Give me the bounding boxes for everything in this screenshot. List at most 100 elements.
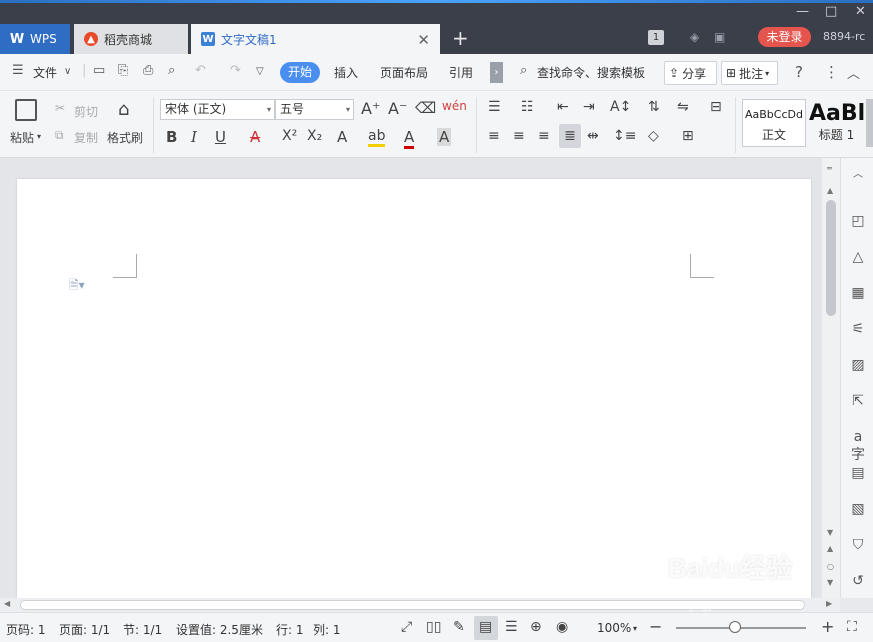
page-number-status[interactable]: 页码: 1 — [6, 621, 46, 638]
styles-scroll[interactable] — [866, 99, 873, 147]
line-spacing-icon[interactable]: ↕≡ — [613, 128, 636, 144]
copy-icon[interactable]: ⧉ — [55, 128, 64, 143]
reading-mode-icon[interactable]: ▯▯ — [426, 619, 441, 635]
borders-icon[interactable]: ⊞ — [682, 128, 694, 144]
shapes-icon[interactable]: ◰ — [849, 212, 867, 230]
paste-button[interactable]: 粘贴 — [10, 129, 34, 146]
fit-page-icon[interactable]: ⛶ — [847, 619, 857, 635]
tab-daoke-store[interactable]: ▲ 稻壳商城 — [74, 24, 188, 54]
zoom-in-icon[interactable]: + — [821, 617, 834, 636]
document-page[interactable]: 🗎▾ — [17, 179, 811, 598]
chinese-layout-icon[interactable]: A↕ — [610, 99, 631, 115]
phonetic-guide-icon[interactable]: wén — [442, 99, 467, 113]
bold-icon[interactable]: B — [166, 128, 177, 146]
shield-icon[interactable]: ⛉ — [849, 536, 867, 554]
table-icon[interactable]: ▦ — [849, 284, 867, 302]
scroll-right-icon[interactable]: ▶ — [826, 599, 832, 608]
font-family-select[interactable]: 宋体 (正文) ▾ — [160, 99, 275, 120]
window-count-badge[interactable]: 1 — [648, 30, 664, 45]
search-icon[interactable]: ⌕ — [520, 63, 527, 78]
underline-icon[interactable]: U — [215, 128, 226, 146]
page-view-icon[interactable]: ▤ — [479, 619, 492, 635]
more-options-icon[interactable]: ⋮ — [824, 63, 839, 81]
file-menu[interactable]: 文件 — [33, 64, 57, 81]
cut-button[interactable]: 剪切 — [74, 103, 98, 120]
close-tab-icon[interactable]: ✕ — [417, 31, 430, 49]
zoom-slider[interactable] — [676, 627, 806, 629]
copy-button[interactable]: 复制 — [74, 129, 98, 146]
paste-icon[interactable] — [15, 99, 37, 121]
superscript-icon[interactable]: X² — [282, 128, 297, 144]
increase-indent-icon[interactable]: ⇥ — [583, 99, 595, 115]
character-shading-icon[interactable]: A — [437, 128, 452, 146]
horizontal-scroll-thumb[interactable] — [20, 600, 805, 610]
zoom-out-icon[interactable]: − — [649, 617, 662, 636]
redo-icon[interactable]: ↷ — [230, 63, 241, 78]
web-view-icon[interactable]: ⊕ — [530, 619, 542, 635]
collapse-ribbon-icon[interactable]: ︿ — [847, 63, 860, 82]
vertical-scrollbar[interactable]: ═ ▲ ▼ ▲ ○ ▼ — [822, 158, 840, 598]
hamburger-icon[interactable]: ☰ — [12, 63, 24, 78]
clear-format-icon[interactable]: ⌫ — [415, 99, 436, 117]
align-right-icon[interactable]: ≡ — [538, 128, 550, 144]
scroll-lines-icon[interactable]: ═ — [827, 164, 832, 173]
picture-icon[interactable]: ▨ — [849, 356, 867, 374]
share-out-icon[interactable]: ⇱ — [849, 392, 867, 410]
next-page-icon[interactable]: ▼ — [827, 578, 833, 587]
tab-wps-home[interactable]: W WPS — [0, 24, 70, 54]
scroll-left-icon[interactable]: ◀ — [4, 599, 10, 608]
strikethrough-icon[interactable]: A — [250, 128, 260, 146]
section-status[interactable]: 节: 1/1 — [123, 621, 162, 638]
skin-icon[interactable]: ◈ — [690, 30, 699, 44]
scroll-down-icon[interactable]: ▼ — [827, 528, 833, 537]
edit-mode-icon[interactable]: ✎ — [453, 619, 465, 635]
style-heading-1[interactable]: AaBl 标题 1 — [808, 99, 865, 147]
tab-page-layout[interactable]: 页面布局 — [380, 64, 428, 81]
close-window-icon[interactable]: ✕ — [855, 4, 866, 19]
fullscreen-icon[interactable]: ⤢ — [401, 619, 412, 635]
history-icon[interactable]: ↺ — [849, 572, 867, 590]
bullet-list-icon[interactable]: ☰ — [488, 99, 501, 115]
quick-access-dropdown-icon[interactable]: ▽ — [256, 66, 264, 77]
grow-font-icon[interactable]: A⁺ — [361, 99, 380, 118]
comment-button[interactable]: ⊞ 批注 ▾ — [721, 61, 778, 85]
paragraph-handle-icon[interactable]: 🗎▾ — [69, 276, 85, 297]
column-status[interactable]: 列: 1 — [313, 621, 341, 638]
minimize-icon[interactable]: — — [796, 4, 809, 19]
undo-icon[interactable]: ↶ — [195, 63, 206, 78]
show-marks-icon[interactable]: ⇋ — [677, 99, 689, 115]
style-panel-icon[interactable]: △ — [849, 248, 867, 266]
text-effect-icon[interactable]: A — [337, 128, 347, 146]
print-preview-icon[interactable]: ⌕ — [168, 63, 175, 78]
panel-collapse-icon[interactable]: ︿ — [849, 166, 867, 184]
scroll-up-icon[interactable]: ▲ — [827, 186, 833, 195]
eye-protect-icon[interactable]: ◉ — [556, 619, 568, 635]
line-status[interactable]: 行: 1 — [276, 621, 304, 638]
print-icon[interactable]: ⎙ — [143, 63, 153, 78]
zoom-slider-knob[interactable] — [728, 621, 741, 633]
table-layout-icon[interactable]: ⊟ — [710, 99, 722, 115]
zoom-level[interactable]: 100% — [597, 621, 631, 635]
chevron-down-icon[interactable]: ∨ — [64, 66, 71, 77]
image-icon[interactable]: ▧ — [849, 500, 867, 518]
justify-icon[interactable]: ≣ — [559, 124, 581, 148]
sort-icon[interactable]: ⇅ — [648, 99, 660, 115]
save-icon[interactable]: ▭ — [93, 63, 105, 78]
shading-icon[interactable]: ◇ — [648, 128, 659, 144]
cut-icon[interactable]: ✂ — [55, 101, 65, 115]
more-tabs-button[interactable]: › — [490, 62, 503, 83]
export-pdf-icon[interactable]: ⎘ — [118, 63, 128, 78]
select-browse-icon[interactable]: ○ — [827, 562, 834, 571]
font-color-icon[interactable]: A — [404, 128, 415, 149]
tab-document[interactable]: W 文字文稿1 ✕ — [191, 24, 440, 54]
setting-status[interactable]: 设置值: 2.5厘米 — [176, 621, 263, 638]
archive-icon[interactable]: ▤ — [849, 464, 867, 482]
italic-icon[interactable]: I — [191, 128, 197, 146]
align-left-icon[interactable]: ≡ — [488, 128, 500, 144]
translate-icon[interactable]: a字 — [849, 428, 867, 463]
share-button[interactable]: ⇪ 分享 — [664, 61, 717, 85]
align-center-icon[interactable]: ≡ — [513, 128, 525, 144]
prev-page-icon[interactable]: ▲ — [827, 544, 833, 553]
maximize-icon[interactable]: □ — [825, 4, 837, 19]
format-painter-button[interactable]: 格式刷 — [107, 129, 143, 146]
